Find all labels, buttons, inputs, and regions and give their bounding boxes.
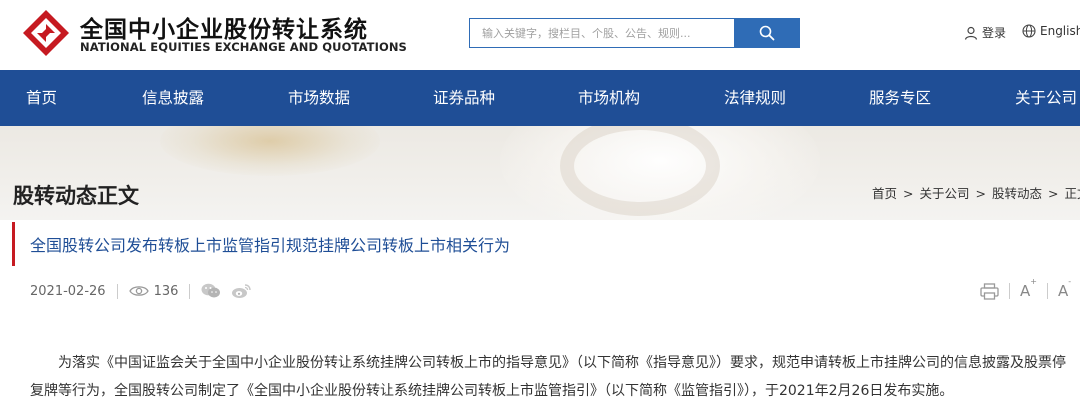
article-paragraph-line: 复牌等行为，全国股转公司制定了《全国中小企业股份转让系统挂牌公司转板上市监管指引… xyxy=(30,383,954,399)
user-icon xyxy=(964,26,978,40)
page-title: 股转动态正文 xyxy=(13,184,139,208)
page-banner: 股转动态正文 首页 > 关于公司 > 股转动态 > 正文 xyxy=(0,126,1080,220)
minus-icon: - xyxy=(1068,277,1072,286)
english-label: English xyxy=(1040,24,1080,38)
nav-item-about[interactable]: 关于公司 xyxy=(1015,70,1077,126)
nav-item-institutions[interactable]: 市场机构 xyxy=(578,70,640,126)
tools-divider xyxy=(1046,283,1048,299)
breadcrumb: 首页 > 关于公司 > 股转动态 > 正文 xyxy=(872,183,1080,202)
breadcrumb-about[interactable]: 关于公司 xyxy=(920,186,970,201)
article-meta: 2021-02-26 136 xyxy=(30,283,252,299)
search-box xyxy=(469,18,735,48)
breadcrumb-separator: > xyxy=(1048,186,1059,201)
eye-icon xyxy=(128,286,149,296)
tools-divider xyxy=(1009,283,1010,299)
login-label: 登录 xyxy=(982,26,1007,40)
wechat-icon[interactable] xyxy=(201,283,221,299)
search-button[interactable] xyxy=(734,18,800,48)
plus-icon: + xyxy=(1030,277,1037,286)
article-paragraph-line: 为落实《中国证监会关于全国中小企业股份转让系统挂牌公司转板上市的指导意见》（以下… xyxy=(58,355,1066,371)
meta-divider xyxy=(189,283,191,299)
nav-item-market-data[interactable]: 市场数据 xyxy=(288,70,350,126)
english-link[interactable]: English xyxy=(1022,24,1080,38)
font-decrease-button[interactable]: A- xyxy=(1057,277,1071,300)
logo-text-cn[interactable]: 全国中小企业股份转让系统 xyxy=(80,10,368,44)
globe-icon xyxy=(1022,24,1036,38)
article-tools: A+ A- xyxy=(980,277,1071,300)
search-icon xyxy=(759,25,775,41)
article-date: 2021-02-26 xyxy=(30,283,106,299)
font-increase-label: A xyxy=(1020,282,1031,300)
nav-item-services[interactable]: 服务专区 xyxy=(869,70,931,126)
title-accent-bar xyxy=(12,222,15,266)
logo-icon[interactable] xyxy=(22,9,70,57)
logo-text-en[interactable]: NATIONAL EQUITIES EXCHANGE AND QUOTATION… xyxy=(80,40,407,54)
breadcrumb-news[interactable]: 股转动态 xyxy=(992,186,1042,201)
view-count: 136 xyxy=(128,283,179,299)
meta-divider xyxy=(116,283,118,299)
view-count-value: 136 xyxy=(153,283,179,299)
breadcrumb-separator: > xyxy=(975,186,986,201)
search-input[interactable] xyxy=(480,19,734,47)
font-decrease-label: A xyxy=(1057,282,1069,300)
weibo-icon[interactable] xyxy=(231,283,252,299)
nav-item-rules[interactable]: 法律规则 xyxy=(724,70,786,126)
nav-item-securities[interactable]: 证券品种 xyxy=(433,70,495,126)
article-title: 全国股转公司发布转板上市监管指引规范挂牌公司转板上市相关行为 xyxy=(30,236,511,255)
breadcrumb-home[interactable]: 首页 xyxy=(872,186,897,201)
breadcrumb-current: 正文 xyxy=(1064,186,1080,201)
site-header: 全国中小企业股份转让系统 NATIONAL EQUITIES EXCHANGE … xyxy=(0,0,1080,70)
font-increase-button[interactable]: A+ xyxy=(1020,277,1037,300)
share-links xyxy=(201,283,252,299)
breadcrumb-separator: > xyxy=(903,186,914,201)
print-icon[interactable] xyxy=(980,282,999,300)
nav-item-disclosure[interactable]: 信息披露 xyxy=(142,70,204,126)
login-link[interactable]: 登录 xyxy=(964,24,1006,41)
banner-decoration xyxy=(160,126,380,176)
main-nav: 首页 信息披露 市场数据 证券品种 市场机构 法律规则 服务专区 关于公司 xyxy=(0,70,1080,126)
nav-item-home[interactable]: 首页 xyxy=(26,70,57,126)
